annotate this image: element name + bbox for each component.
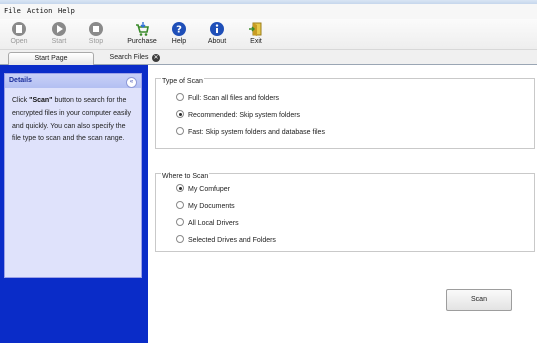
help-icon: ? [172, 22, 186, 36]
where-option-my-computer-label: My Comfuper [188, 185, 231, 193]
scan-button[interactable]: Scan [446, 289, 512, 311]
about-button[interactable]: About [201, 21, 233, 49]
exit-button[interactable]: Exit [240, 21, 272, 49]
type-of-scan-title: Type of Scan [161, 78, 204, 85]
radio-full[interactable] [176, 93, 184, 101]
toolbar: Open Start Stop Purchase ? Help About Ex… [0, 19, 537, 50]
start-icon [52, 22, 66, 36]
radio-local-drivers[interactable] [176, 218, 184, 226]
close-tab-icon[interactable]: ✕ [152, 54, 160, 62]
menu-file[interactable]: File [4, 7, 21, 15]
stop-icon [89, 22, 103, 36]
stop-button[interactable]: Stop [80, 21, 112, 49]
radio-fast[interactable] [176, 127, 184, 135]
collapse-chevron-icon[interactable]: « [126, 77, 137, 88]
start-label: Start [51, 38, 67, 45]
where-option-my-computer[interactable]: My Comfuper [176, 184, 231, 193]
where-option-local-drivers-label: All Local Drivers [188, 219, 239, 227]
open-icon [12, 22, 26, 36]
details-text: Click "Scan" button to search for the en… [12, 95, 136, 146]
scan-option-fast[interactable]: Fast: Skip system folders and database f… [176, 127, 325, 136]
where-option-my-documents[interactable]: My Documents [176, 201, 235, 210]
details-title: Details [9, 77, 32, 84]
where-to-scan-group: Where to Scan My Comfuper My Documents A… [155, 173, 535, 252]
tab-start-page[interactable]: Start Page [8, 52, 94, 65]
exit-label: Exit [250, 38, 262, 45]
details-panel-header[interactable]: Details « [5, 74, 141, 88]
menu-action[interactable]: Action [27, 7, 52, 15]
where-option-my-documents-label: My Documents [188, 202, 235, 210]
purchase-button[interactable]: Purchase [124, 21, 160, 49]
scan-option-recommended[interactable]: Recommended: Skip system folders [176, 110, 301, 119]
where-option-selected-drives[interactable]: Selected Drives and Folders [176, 235, 276, 244]
start-button[interactable]: Start [43, 21, 75, 49]
type-of-scan-group: Type of Scan Full: Scan all files and fo… [155, 78, 535, 149]
exit-icon [249, 22, 262, 36]
sidebar: Details « Click "Scan" button to search … [0, 65, 148, 343]
svg-text:?: ? [176, 25, 182, 36]
purchase-label: Purchase [127, 38, 157, 45]
about-label: About [207, 38, 227, 45]
menu-help[interactable]: Help [58, 7, 75, 15]
menu-bar: File Action Help [0, 4, 537, 19]
where-to-scan-title: Where to Scan [161, 173, 210, 180]
stop-label: Stop [88, 38, 104, 45]
details-text-pre: Click [12, 97, 30, 104]
info-icon [210, 22, 224, 36]
radio-my-documents[interactable] [176, 201, 184, 209]
open-label: Open [10, 38, 28, 45]
help-button[interactable]: ? Help [163, 21, 195, 49]
details-text-keyword: "Scan" [29, 97, 53, 104]
tab-strip: Start Page Search Files [0, 50, 537, 65]
scan-option-full-label: Full: Scan all files and folders [188, 94, 280, 102]
radio-selected-drives[interactable] [176, 235, 184, 243]
where-option-local-drivers[interactable]: All Local Drivers [176, 218, 239, 227]
details-panel: Details « Click "Scan" button to search … [4, 73, 142, 278]
radio-my-computer[interactable] [176, 184, 184, 192]
cart-icon [136, 22, 149, 36]
radio-recommended[interactable] [176, 110, 184, 118]
scan-option-full[interactable]: Full: Scan all files and folders [176, 93, 280, 102]
scan-option-recommended-label: Recommended: Skip system folders [188, 111, 301, 119]
scan-option-fast-label: Fast: Skip system folders and database f… [188, 128, 325, 136]
open-button[interactable]: Open [3, 21, 35, 49]
help-label: Help [171, 38, 187, 45]
where-option-selected-drives-label: Selected Drives and Folders [188, 236, 276, 244]
